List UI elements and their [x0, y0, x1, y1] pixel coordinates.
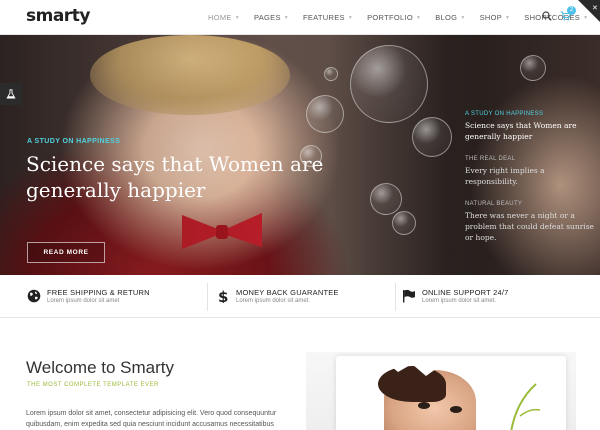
dollar-icon: $: [218, 289, 228, 303]
nav-home[interactable]: HOME ▼: [208, 13, 240, 22]
bubble: [350, 45, 428, 123]
feature-subtitle: Lorem ipsum dolor sit amet.: [422, 298, 497, 304]
slide-kicker: A STUDY ON HAPPINESS: [27, 138, 121, 145]
chevron-down-icon: ▼: [416, 14, 422, 21]
globe-icon: [27, 289, 41, 303]
chevron-down-icon: ▼: [460, 14, 466, 21]
close-icon: ✕: [592, 5, 598, 12]
nav-portfolio[interactable]: PORTFOLIO ▼: [367, 13, 421, 22]
slide-thumbnails: A STUDY ON HAPPINESS Science says that W…: [465, 111, 595, 257]
slide-tab-kicker: THE REAL DEAL: [465, 156, 516, 162]
nav-label: FEATURES: [303, 13, 345, 22]
divider: [395, 283, 396, 311]
welcome-title: Welcome to Smarty: [26, 358, 175, 377]
welcome-subtitle: THE MOST COMPLETE TEMPLATE EVER: [27, 382, 159, 388]
feature-subtitle: Lorem ipsum dolor sit amet.: [236, 298, 311, 304]
slide-tab-text: Science says that Women are generally ha…: [465, 121, 577, 141]
nav-label: HOME: [208, 13, 232, 22]
corner-ribbon[interactable]: ✕: [578, 0, 600, 22]
slide-tab-1[interactable]: A STUDY ON HAPPINESS Science says that W…: [465, 111, 595, 142]
bubble: [306, 95, 344, 133]
welcome-body: Lorem ipsum dolor sit amet, consectetur …: [26, 410, 277, 428]
hero-slider: A STUDY ON HAPPINESS Science says that W…: [0, 35, 600, 275]
nav-pages[interactable]: PAGES ▼: [254, 13, 289, 22]
chevron-down-icon: ▼: [505, 14, 511, 21]
divider: [207, 283, 208, 311]
nav-label: SHOP: [479, 13, 503, 22]
slide-tab-text: There was never a night or a problem tha…: [465, 211, 594, 242]
nav-features[interactable]: FEATURES ▼: [303, 13, 353, 22]
read-more-button[interactable]: READ MORE: [27, 242, 105, 263]
torn-paper-edge: [366, 358, 506, 376]
leaf-decoration: [510, 383, 541, 430]
bubble: [392, 211, 416, 235]
eye: [418, 402, 430, 409]
search-icon[interactable]: [542, 11, 552, 21]
cart-count-badge: 2: [567, 6, 576, 15]
feature-title: ONLINE SUPPORT 24/7: [422, 288, 509, 297]
nav-label: PORTFOLIO: [367, 13, 414, 22]
bubble: [370, 183, 402, 215]
welcome-image: [306, 352, 576, 430]
feature-money-back: $ MONEY BACK GUARANTEE Lorem ipsum dolor…: [216, 275, 396, 318]
slide-tab-kicker: A STUDY ON HAPPINESS: [465, 111, 544, 117]
site-header: smarty HOME ▼ PAGES ▼ FEATURES ▼ PORTFOLIO ▼…: [0, 0, 600, 35]
bubble: [412, 117, 452, 157]
slide-tab-text: Every right implies a responsibility.: [465, 166, 545, 186]
feature-title: MONEY BACK GUARANTEE: [236, 288, 339, 297]
chevron-down-icon: ▼: [347, 14, 354, 21]
slide-tab-2[interactable]: THE REAL DEAL Every right implies a resp…: [465, 156, 595, 187]
slide-tab-kicker: NATURAL BEAUTY: [465, 201, 523, 207]
nav-label: PAGES: [253, 13, 281, 22]
svg-text:$: $: [218, 289, 228, 303]
flask-icon[interactable]: [0, 83, 22, 105]
nav-shop[interactable]: SHOP ▼: [480, 13, 511, 22]
feature-shipping: FREE SHIPPING & RETURN Lorem ipsum dolor…: [27, 275, 207, 318]
bubble: [520, 55, 546, 81]
features-bar: FREE SHIPPING & RETURN Lorem ipsum dolor…: [0, 275, 600, 318]
eye: [450, 406, 462, 413]
feature-title: FREE SHIPPING & RETURN: [47, 288, 150, 297]
site-logo[interactable]: smarty: [26, 6, 90, 26]
chevron-down-icon: ▼: [234, 14, 240, 21]
nav-label: BLOG: [435, 13, 458, 22]
slide-title: Science says that Women are generally ha…: [26, 152, 324, 202]
bubble: [324, 67, 338, 81]
slide-tab-3[interactable]: NATURAL BEAUTY There was never a night o…: [465, 201, 595, 243]
chevron-down-icon: ▼: [283, 14, 289, 21]
feature-subtitle: Lorem ipsum dolor sit amet: [47, 298, 120, 304]
flag-icon: [403, 289, 415, 303]
feature-support: ONLINE SUPPORT 24/7 Lorem ipsum dolor si…: [402, 275, 582, 318]
nav-blog[interactable]: BLOG ▼: [435, 13, 465, 22]
